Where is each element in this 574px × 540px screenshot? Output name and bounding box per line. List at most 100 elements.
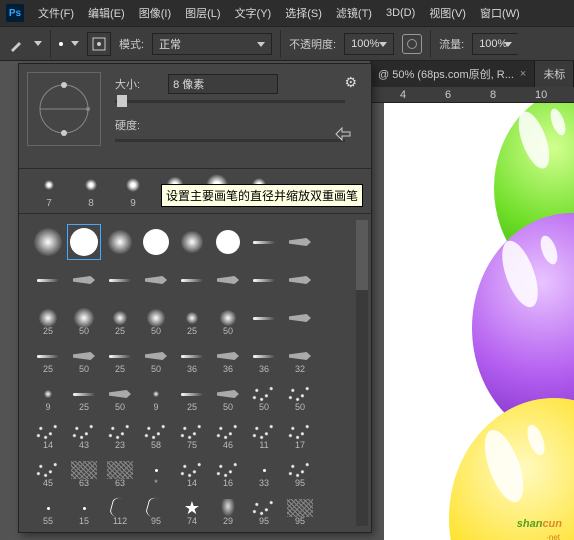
brush-preset[interactable]: 14	[31, 414, 65, 450]
brush-preset[interactable]: 50	[247, 376, 281, 412]
document-tab[interactable]: @ 50% (68ps.com原创, R... ×	[370, 61, 535, 87]
brush-preset[interactable]: 25	[103, 338, 137, 374]
brush-preset[interactable]	[247, 300, 281, 336]
scrollbar-thumb[interactable]	[356, 220, 368, 290]
hardness-slider[interactable]	[115, 139, 345, 142]
brush-preset[interactable]	[211, 224, 245, 260]
document-tab-2[interactable]: 未标	[535, 61, 574, 87]
brush-preset[interactable]: 25	[31, 338, 65, 374]
brush-preset[interactable]: 46	[211, 414, 245, 450]
menu-file[interactable]: 文件(F)	[38, 5, 74, 21]
size-input[interactable]: 8 像素	[168, 74, 278, 94]
brush-recent-item[interactable]: 9	[119, 175, 147, 209]
scrollbar[interactable]	[356, 220, 368, 526]
brush-preset[interactable]: 50	[139, 338, 173, 374]
brush-preset[interactable]: 95	[247, 490, 281, 526]
brush-preset[interactable]: 11	[247, 414, 281, 450]
flip-icon[interactable]	[333, 124, 353, 144]
brush-preset[interactable]: 17	[283, 414, 317, 450]
brush-preset[interactable]: 43	[67, 414, 101, 450]
tool-preset-chevron-icon[interactable]	[34, 41, 42, 46]
gear-icon[interactable]: ⚙	[344, 74, 357, 91]
brush-preset[interactable]: 25	[175, 300, 209, 336]
menu-image[interactable]: 图像(I)	[139, 5, 171, 21]
brush-preset[interactable]	[31, 262, 65, 298]
brush-angle-preview[interactable]	[27, 72, 101, 146]
brush-preset[interactable]	[175, 262, 209, 298]
brush-preset[interactable]	[67, 224, 101, 260]
menu-layer[interactable]: 图层(L)	[185, 5, 220, 21]
ruler-horizontal[interactable]: 4 6 8 10	[370, 87, 574, 103]
size-slider[interactable]	[115, 100, 345, 103]
brush-preset[interactable]	[103, 224, 137, 260]
brush-preset[interactable]: 50	[67, 338, 101, 374]
brush-preset[interactable]: 55	[31, 490, 65, 526]
brush-preset[interactable]: 50	[211, 300, 245, 336]
brush-preset[interactable]	[31, 224, 65, 260]
brush-preset[interactable]: 63	[67, 452, 101, 488]
menu-3d[interactable]: 3D(D)	[386, 7, 415, 19]
brush-preset[interactable]: 25	[31, 300, 65, 336]
pressure-opacity-icon[interactable]	[402, 34, 422, 54]
brush-preset[interactable]: 58	[139, 414, 173, 450]
brush-preset[interactable]	[103, 262, 137, 298]
menu-type[interactable]: 文字(Y)	[235, 5, 272, 21]
brush-preset[interactable]: 95	[283, 452, 317, 488]
close-icon[interactable]: ×	[520, 68, 526, 80]
brush-recent-item[interactable]: 7	[35, 175, 63, 209]
brush-preset[interactable]: 25	[103, 300, 137, 336]
brush-preset[interactable]: 112	[103, 490, 137, 526]
flow-input[interactable]: 100%	[472, 33, 518, 55]
brush-preset[interactable]: 25	[67, 376, 101, 412]
brush-preset[interactable]	[67, 262, 101, 298]
brush-preset[interactable]: 16	[211, 452, 245, 488]
brush-picker-panel: 大小: 8 像素 硬度: ⚙ 设置主要画笔的直径并缩放双重画笔 78915309…	[18, 63, 372, 533]
brush-preset[interactable]: 75	[175, 414, 209, 450]
brush-tool-icon[interactable]	[8, 35, 26, 53]
brush-preset[interactable]	[247, 224, 281, 260]
brush-preset[interactable]: 50	[283, 376, 317, 412]
brush-preset[interactable]: 36	[211, 338, 245, 374]
brush-preset[interactable]: 15	[67, 490, 101, 526]
brush-picker-chevron-icon[interactable]	[71, 41, 79, 46]
brush-preset[interactable]: 14	[175, 452, 209, 488]
opacity-input[interactable]: 100%	[344, 33, 394, 55]
brush-preset[interactable]: 50	[67, 300, 101, 336]
brush-preset[interactable]: 25	[175, 376, 209, 412]
brush-preset[interactable]	[283, 262, 317, 298]
brush-preset[interactable]	[283, 224, 317, 260]
brush-preset[interactable]: 50	[211, 376, 245, 412]
brush-preset[interactable]: 50	[103, 376, 137, 412]
menu-window[interactable]: 窗口(W)	[480, 5, 520, 21]
brush-preset[interactable]: 9	[31, 376, 65, 412]
brush-preset[interactable]: 63	[103, 452, 137, 488]
brush-recent-item[interactable]: 8	[77, 175, 105, 209]
brush-preset[interactable]	[247, 262, 281, 298]
document-tab-bar: @ 50% (68ps.com原创, R... × 未标	[370, 61, 574, 87]
menu-edit[interactable]: 编辑(E)	[88, 5, 125, 21]
menu-filter[interactable]: 滤镜(T)	[336, 5, 372, 21]
menu-select[interactable]: 选择(S)	[285, 5, 322, 21]
brush-preset[interactable]: 33	[247, 452, 281, 488]
brush-preset[interactable]: *	[139, 452, 173, 488]
canvas[interactable]: shancun ·net	[384, 103, 574, 540]
brush-preset[interactable]: 95	[283, 490, 317, 526]
brush-preset[interactable]: 45	[31, 452, 65, 488]
brush-preset[interactable]: 23	[103, 414, 137, 450]
brush-preset[interactable]	[139, 224, 173, 260]
brush-preset[interactable]: 36	[247, 338, 281, 374]
brush-preset[interactable]	[283, 300, 317, 336]
brush-panel-button[interactable]	[87, 32, 111, 56]
menu-view[interactable]: 视图(V)	[429, 5, 466, 21]
brush-preset[interactable]	[139, 262, 173, 298]
brush-preset[interactable]: 50	[139, 300, 173, 336]
brush-preset[interactable]: 32	[283, 338, 317, 374]
brush-preset[interactable]: 9	[139, 376, 173, 412]
brush-preset[interactable]	[175, 224, 209, 260]
blend-mode-select[interactable]: 正常	[152, 33, 272, 55]
brush-preset[interactable]: 29	[211, 490, 245, 526]
brush-preset[interactable]: 95	[139, 490, 173, 526]
brush-preset[interactable]	[211, 262, 245, 298]
brush-preset[interactable]: ★74	[175, 490, 209, 526]
brush-preset[interactable]: 36	[175, 338, 209, 374]
